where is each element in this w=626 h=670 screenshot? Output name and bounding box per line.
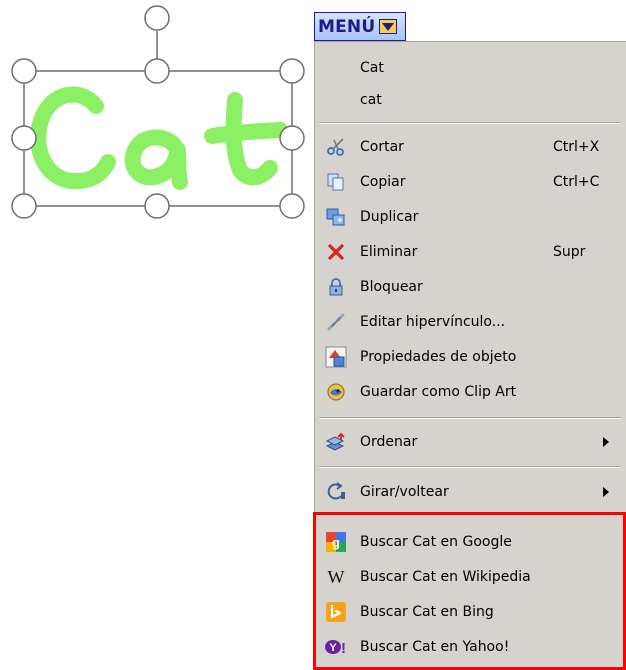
resize-handle-top[interactable] [144,58,170,84]
menu-item-label: Propiedades de objeto [360,349,517,365]
rotation-handle[interactable] [144,5,170,31]
shortcut-text: Supr [553,244,586,260]
menu-item-label: Copiar [360,174,406,190]
delete-x-icon [325,241,347,263]
menu-item-cortar[interactable]: Cortar Ctrl+X [315,130,626,164]
resize-handle-bottom-left[interactable] [11,193,37,219]
canvas-text-object[interactable] [0,0,310,230]
menu-item-label: Ordenar [360,434,418,450]
menu-item-label: Duplicar [360,209,419,225]
object-properties-icon [325,346,347,368]
menu-item-eliminar[interactable]: Eliminar Supr [315,235,626,269]
shortcut-text: Ctrl+X [553,139,600,155]
menu-item-label: Eliminar [360,244,418,260]
menu-item-bloquear[interactable]: Bloquear [315,270,626,304]
menu-item-label: Guardar como Clip Art [360,384,517,400]
menu-item-label: Girar/voltear [360,484,449,500]
resize-handle-top-right[interactable] [279,58,305,84]
menu-item-label: Cortar [360,139,404,155]
menu-button[interactable]: MENÚ [314,12,406,41]
submenu-arrow-icon [603,487,609,497]
clip-art-icon [325,381,347,403]
copy-icon [325,171,347,193]
submenu-arrow-icon [603,437,609,447]
menu-item-cat-lowercase[interactable]: cat [315,83,626,117]
menu-separator [319,417,621,419]
resize-handle-top-left[interactable] [11,58,37,84]
menu-item-label: Bloquear [360,279,423,295]
menu-item-propiedades[interactable]: Propiedades de objeto [315,340,626,374]
shortcut-text: Ctrl+C [553,174,600,190]
resize-handle-bottom[interactable] [144,193,170,219]
triangle-down-icon [379,19,398,34]
duplicate-icon [325,206,347,228]
menu-item-label: cat [360,92,382,108]
search-items-highlight [313,512,626,670]
hyperlink-icon [325,311,347,333]
menu-item-girar-voltear[interactable]: Girar/voltear [315,475,626,509]
menu-separator [319,466,621,468]
menu-item-cat-capitalized[interactable]: Cat [315,51,626,85]
menu-item-guardar-clip-art[interactable]: Guardar como Clip Art [315,375,626,409]
handwritten-cat-drawing [30,86,288,190]
menu-item-duplicar[interactable]: Duplicar [315,200,626,234]
menu-button-label: MENÚ [318,16,376,37]
resize-handle-right[interactable] [279,125,305,151]
menu-item-label: Cat [360,60,384,76]
resize-handle-bottom-right[interactable] [279,193,305,219]
scissors-icon [325,136,347,158]
lock-icon [325,276,347,298]
menu-item-copiar[interactable]: Copiar Ctrl+C [315,165,626,199]
menu-separator [319,122,621,124]
rotate-icon [325,481,347,503]
menu-item-ordenar[interactable]: Ordenar [315,425,626,459]
menu-item-editar-hipervinculo[interactable]: Editar hipervínculo... [315,305,626,339]
arrange-icon [325,431,347,453]
resize-handle-left[interactable] [11,125,37,151]
menu-item-label: Editar hipervínculo... [360,314,506,330]
